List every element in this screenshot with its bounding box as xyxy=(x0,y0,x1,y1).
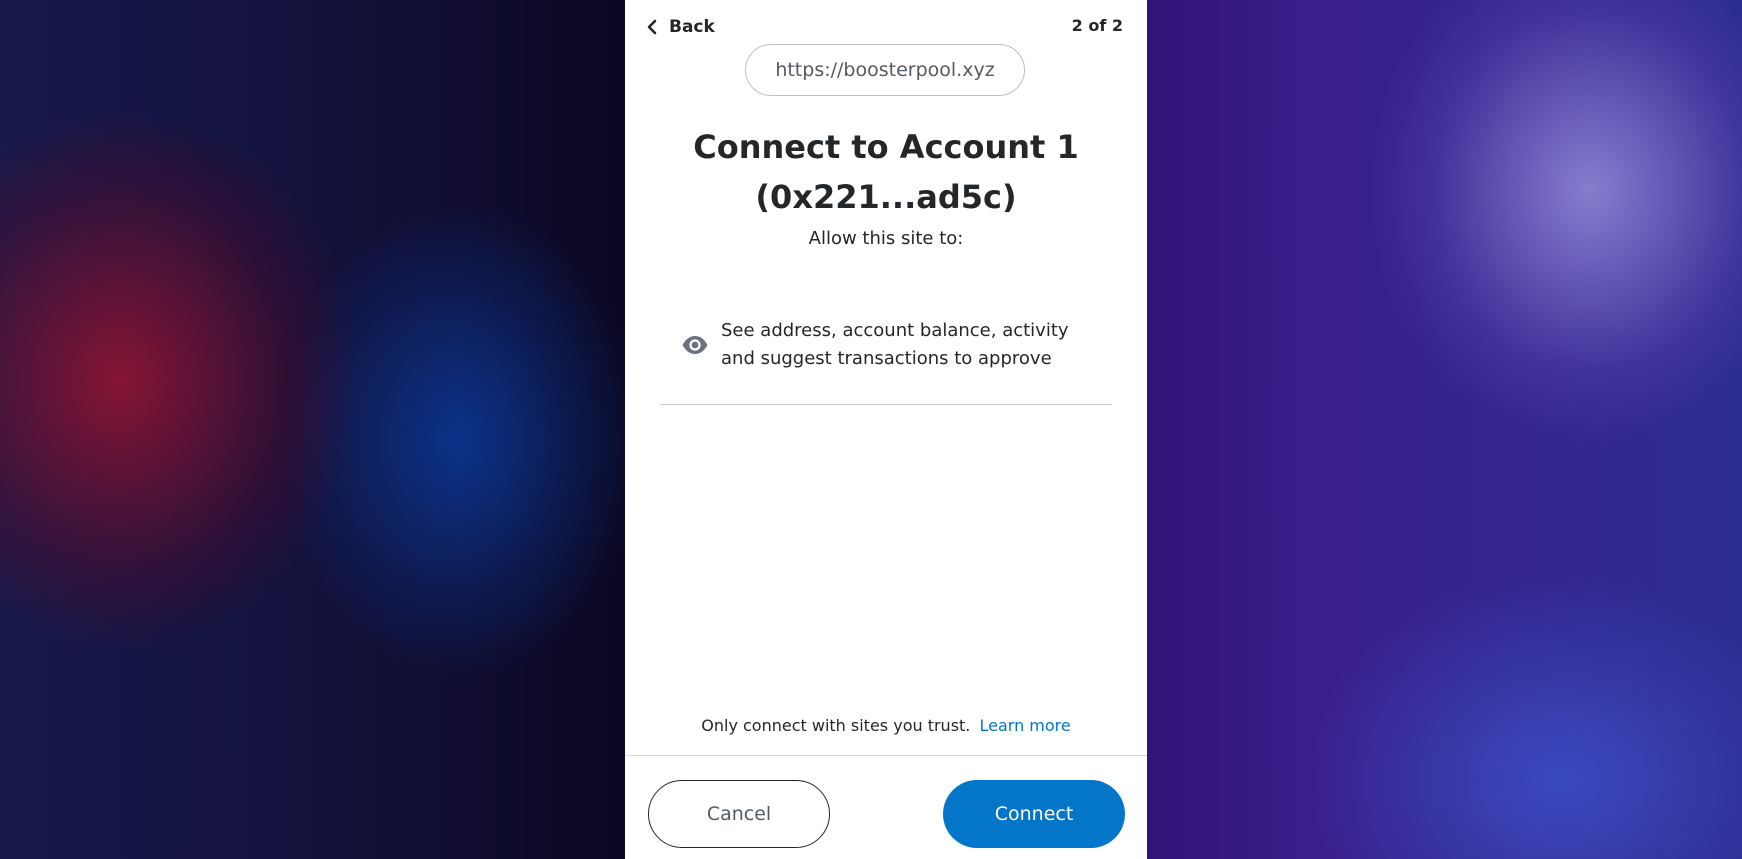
site-url-pill: https://boosterpool.xyz xyxy=(745,44,1025,96)
divider xyxy=(660,404,1112,405)
permissions-heading: Allow this site to: xyxy=(808,228,964,249)
title-line-address: (0x221...ad5c) xyxy=(755,178,1017,216)
back-label: Back xyxy=(669,17,715,37)
learn-more-link[interactable]: Learn more xyxy=(979,716,1070,735)
connect-button[interactable]: Connect xyxy=(943,780,1125,848)
eye-icon xyxy=(681,335,709,355)
permission-item: See address, account balance, activity a… xyxy=(681,317,1121,373)
footer-divider xyxy=(625,755,1147,756)
page-indicator: 2 of 2 xyxy=(1071,16,1123,35)
page-title: Connect to Account 1 (0x221...ad5c) xyxy=(625,122,1147,222)
trust-note: Only connect with sites you trust. Learn… xyxy=(625,716,1147,735)
cancel-button[interactable]: Cancel xyxy=(648,780,830,848)
permission-text-line: See address, account balance, activity xyxy=(721,320,1069,341)
title-line-account: Connect to Account 1 xyxy=(693,128,1079,166)
back-button[interactable]: Back xyxy=(647,14,715,40)
connect-dialog: Back 2 of 2 https://boosterpool.xyz Conn… xyxy=(625,0,1147,859)
site-url: https://boosterpool.xyz xyxy=(775,59,995,81)
trust-note-text: Only connect with sites you trust. xyxy=(701,716,971,735)
permission-text: See address, account balance, activity a… xyxy=(721,317,1069,373)
permission-text-line: and suggest transactions to approve xyxy=(721,348,1052,369)
chevron-left-icon xyxy=(647,19,657,35)
